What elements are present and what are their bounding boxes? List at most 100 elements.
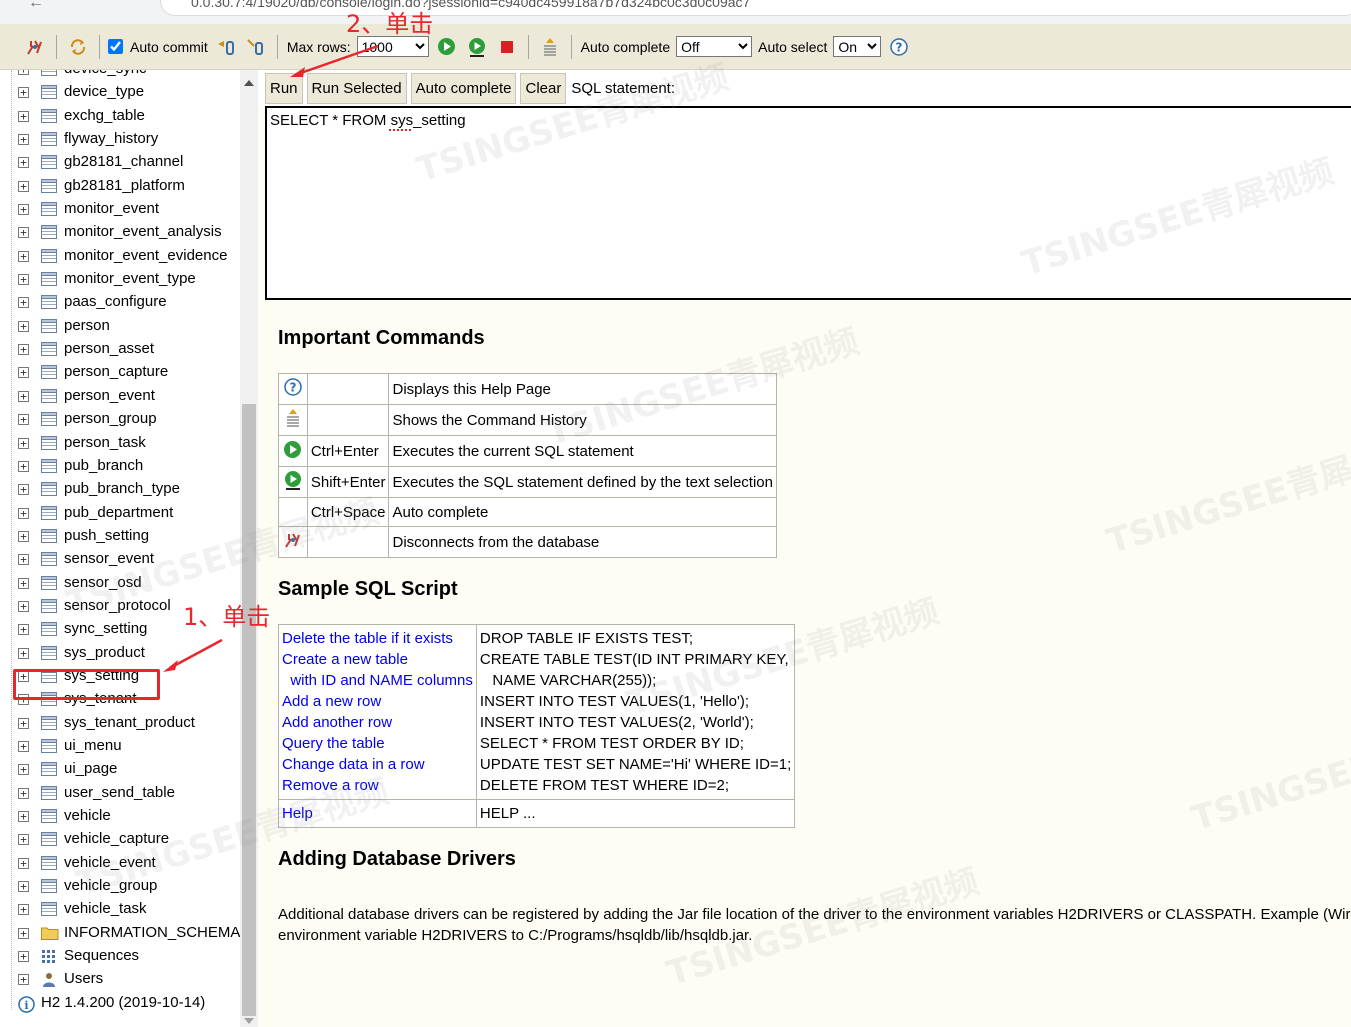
tree-item-label[interactable]: monitor_event_analysis xyxy=(64,223,222,240)
tree-item-exchg-table[interactable]: + exchg_table xyxy=(0,105,240,128)
sample-link[interactable]: Create a new table xyxy=(282,649,473,670)
tree-item-device-sync[interactable]: + device_sync xyxy=(0,70,240,81)
tree-item-label[interactable]: vehicle_task xyxy=(64,900,147,917)
tree-item-label[interactable]: vehicle_event xyxy=(64,854,156,871)
tree-item-label[interactable]: Users xyxy=(64,970,103,987)
scroll-up-icon[interactable] xyxy=(244,80,254,86)
expand-icon[interactable]: + xyxy=(18,484,29,496)
tree-item-ui-menu[interactable]: + ui_menu xyxy=(0,735,240,758)
expand-icon[interactable]: + xyxy=(18,507,29,519)
refresh-icon[interactable] xyxy=(68,37,88,57)
tree-item-monitor-event-evidence[interactable]: + monitor_event_evidence xyxy=(0,245,240,268)
url-field[interactable]: 0.0.30.7:4/19020/db/console/login.do?jse… xyxy=(160,0,1351,16)
tree-item-label[interactable]: push_setting xyxy=(64,527,149,544)
tree-item-sensor-event[interactable]: + sensor_event xyxy=(0,548,240,571)
tree-item-label[interactable]: gb28181_platform xyxy=(64,177,185,194)
expand-icon[interactable]: + xyxy=(18,157,29,169)
expand-icon[interactable]: + xyxy=(18,87,29,99)
tree-item-information-schema[interactable]: + INFORMATION_SCHEMA xyxy=(0,922,240,945)
expand-icon[interactable]: + xyxy=(18,811,29,822)
expand-icon[interactable]: + xyxy=(18,904,29,916)
tree-item-label[interactable]: pub_branch_type xyxy=(64,480,180,497)
tree-item-label[interactable]: INFORMATION_SCHEMA xyxy=(64,924,240,941)
tree-item-pub-branch-type[interactable]: + pub_branch_type xyxy=(0,478,240,501)
expand-icon[interactable]: + xyxy=(18,180,29,192)
sample-link[interactable]: Add another row xyxy=(282,712,473,733)
expand-icon[interactable]: + xyxy=(18,577,29,589)
tree-item-label[interactable]: sensor_osd xyxy=(64,574,142,591)
expand-icon[interactable]: + xyxy=(18,647,29,659)
auto-complete-button[interactable]: Auto complete xyxy=(410,72,517,104)
scroll-down-icon[interactable] xyxy=(244,1018,254,1024)
tree-item-device-type[interactable]: + device_type xyxy=(0,81,240,104)
tree-item-label[interactable]: vehicle_capture xyxy=(64,830,169,847)
help-link[interactable]: Help xyxy=(282,803,473,824)
tree-item-label[interactable]: monitor_event_type xyxy=(64,270,196,287)
scroll-thumb[interactable] xyxy=(242,404,256,1016)
max-rows-select[interactable]: 1000 xyxy=(356,36,429,57)
sql-editor[interactable]: SELECT * FROM sys_setting xyxy=(265,106,1351,300)
tree-item-label[interactable]: person_task xyxy=(64,434,146,451)
back-arrow-icon[interactable]: ← xyxy=(28,0,44,12)
expand-icon[interactable]: + xyxy=(18,624,29,636)
tree-item-person-task[interactable]: + person_task xyxy=(0,432,240,455)
expand-icon[interactable]: + xyxy=(18,344,29,356)
sample-link[interactable]: Delete the table if it exists xyxy=(282,628,473,649)
expand-icon[interactable]: + xyxy=(18,367,29,379)
expand-icon[interactable]: + xyxy=(18,554,29,566)
rollback-icon[interactable] xyxy=(216,37,236,57)
tree-item-label[interactable]: vehicle_group xyxy=(64,877,157,894)
expand-icon[interactable]: + xyxy=(18,70,29,75)
tree-item-vehicle[interactable]: + vehicle xyxy=(0,805,240,828)
expand-icon[interactable]: + xyxy=(18,834,29,846)
tree-item-label[interactable]: gb28181_channel xyxy=(64,153,183,170)
expand-icon[interactable]: + xyxy=(18,460,29,472)
expand-icon[interactable]: + xyxy=(18,787,29,799)
expand-icon[interactable]: + xyxy=(18,274,29,286)
tree-item-sys-tenant-product[interactable]: + sys_tenant_product xyxy=(0,712,240,735)
auto-commit-label[interactable]: Auto commit xyxy=(130,39,208,55)
sample-link[interactable]: with ID and NAME columns xyxy=(282,670,473,691)
tree-item-monitor-event[interactable]: + monitor_event xyxy=(0,198,240,221)
tree-item-users[interactable]: + Users xyxy=(0,968,240,991)
run-button[interactable]: Run xyxy=(265,72,303,104)
tree-item-label[interactable]: sensor_event xyxy=(64,550,154,567)
tree-item-label[interactable]: person xyxy=(64,317,110,334)
run-selected-button[interactable]: Run Selected xyxy=(306,72,407,104)
tree-item-label[interactable]: monitor_event_evidence xyxy=(64,247,227,264)
expand-icon[interactable]: + xyxy=(18,881,29,893)
tree-item-ui-page[interactable]: + ui_page xyxy=(0,758,240,781)
tree-item-vehicle-task[interactable]: + vehicle_task xyxy=(0,898,240,921)
tree-item-label[interactable]: flyway_history xyxy=(64,130,158,147)
tree-item-person-asset[interactable]: + person_asset xyxy=(0,338,240,361)
tree-item-vehicle-capture[interactable]: + vehicle_capture xyxy=(0,828,240,851)
tree-item-monitor-event-type[interactable]: + monitor_event_type xyxy=(0,268,240,291)
tree-item-label[interactable]: exchg_table xyxy=(64,107,145,124)
tree-item-sensor-osd[interactable]: + sensor_osd xyxy=(0,572,240,595)
expand-icon[interactable]: + xyxy=(18,530,29,542)
expand-icon[interactable]: + xyxy=(18,250,29,262)
tree-item-label[interactable]: person_capture xyxy=(64,363,168,380)
tree-item-label[interactable]: monitor_event xyxy=(64,200,159,217)
tree-item-label[interactable]: sys_tenant_product xyxy=(64,714,195,731)
expand-icon[interactable]: + xyxy=(18,227,29,239)
tree-item-label[interactable]: pub_branch xyxy=(64,457,143,474)
expand-icon[interactable]: + xyxy=(18,134,29,146)
expand-icon[interactable]: + xyxy=(18,414,29,426)
tree-item-label[interactable]: sensor_protocol xyxy=(64,597,171,614)
disconnect-icon[interactable] xyxy=(25,37,45,57)
clear-button[interactable]: Clear xyxy=(520,72,567,104)
expand-icon[interactable]: + xyxy=(18,390,29,402)
history-icon[interactable] xyxy=(540,37,560,57)
tree-item-paas-configure[interactable]: + paas_configure xyxy=(0,291,240,314)
expand-icon[interactable]: + xyxy=(18,600,29,612)
tree-item-user-send-table[interactable]: + user_send_table xyxy=(0,782,240,805)
tree-item-person-capture[interactable]: + person_capture xyxy=(0,361,240,384)
sample-link[interactable]: Change data in a row xyxy=(282,754,473,775)
tree-item-vehicle-event[interactable]: + vehicle_event xyxy=(0,852,240,875)
auto-commit-checkbox[interactable] xyxy=(108,39,123,54)
expand-icon[interactable]: + xyxy=(18,764,29,776)
tree-item-vehicle-group[interactable]: + vehicle_group xyxy=(0,875,240,898)
tree-item-gb28181-platform[interactable]: + gb28181_platform xyxy=(0,175,240,198)
expand-icon[interactable]: + xyxy=(18,110,29,122)
